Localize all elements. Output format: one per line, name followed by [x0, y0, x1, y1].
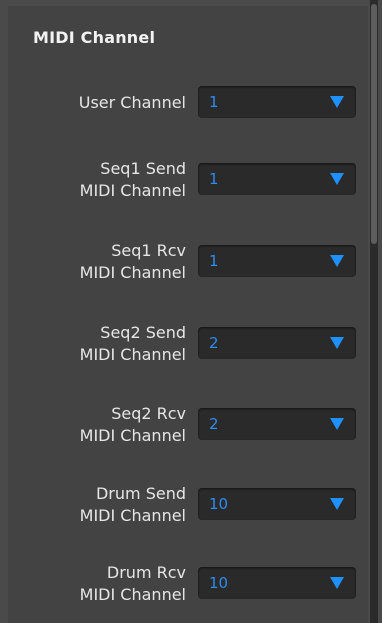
midi-settings-panel: MIDI Channel User Channel 1 Seq1 Send MI… — [0, 0, 382, 623]
select-value: 1 — [209, 252, 219, 270]
row-label: Seq2 Send MIDI Channel — [79, 323, 186, 364]
triangle-down-icon — [330, 173, 344, 185]
row-label: Seq1 Send MIDI Channel — [79, 159, 186, 200]
user-channel-select[interactable]: 1 — [198, 86, 356, 118]
seq1-rcv-channel-select[interactable]: 1 — [198, 245, 356, 277]
select-value: 1 — [209, 170, 219, 188]
select-value: 10 — [209, 495, 229, 513]
select-value: 1 — [209, 93, 219, 111]
triangle-down-icon — [330, 96, 344, 108]
section-title: MIDI Channel — [33, 28, 156, 47]
seq1-send-channel-select[interactable]: 1 — [198, 163, 356, 195]
midi-channel-section: MIDI Channel User Channel 1 Seq1 Send MI… — [8, 6, 368, 623]
triangle-down-icon — [330, 418, 344, 430]
triangle-down-icon — [330, 498, 344, 510]
row-label: Drum Rcv MIDI Channel — [79, 563, 186, 604]
select-value: 2 — [209, 415, 219, 433]
vertical-scrollbar[interactable] — [370, 0, 378, 623]
triangle-down-icon — [330, 255, 344, 267]
seq2-send-channel-select[interactable]: 2 — [198, 327, 356, 359]
row-label: Seq1 Rcv MIDI Channel — [79, 241, 186, 282]
triangle-down-icon — [330, 337, 344, 349]
drum-rcv-channel-select[interactable]: 10 — [198, 567, 356, 599]
triangle-down-icon — [330, 577, 344, 589]
seq2-rcv-channel-select[interactable]: 2 — [198, 408, 356, 440]
row-label: User Channel — [78, 93, 186, 112]
row-label: Drum Send MIDI Channel — [79, 484, 186, 525]
select-value: 10 — [209, 574, 229, 592]
row-label: Seq2 Rcv MIDI Channel — [79, 404, 186, 445]
select-value: 2 — [209, 334, 219, 352]
scrollbar-thumb[interactable] — [371, 4, 377, 244]
drum-send-channel-select[interactable]: 10 — [198, 488, 356, 520]
